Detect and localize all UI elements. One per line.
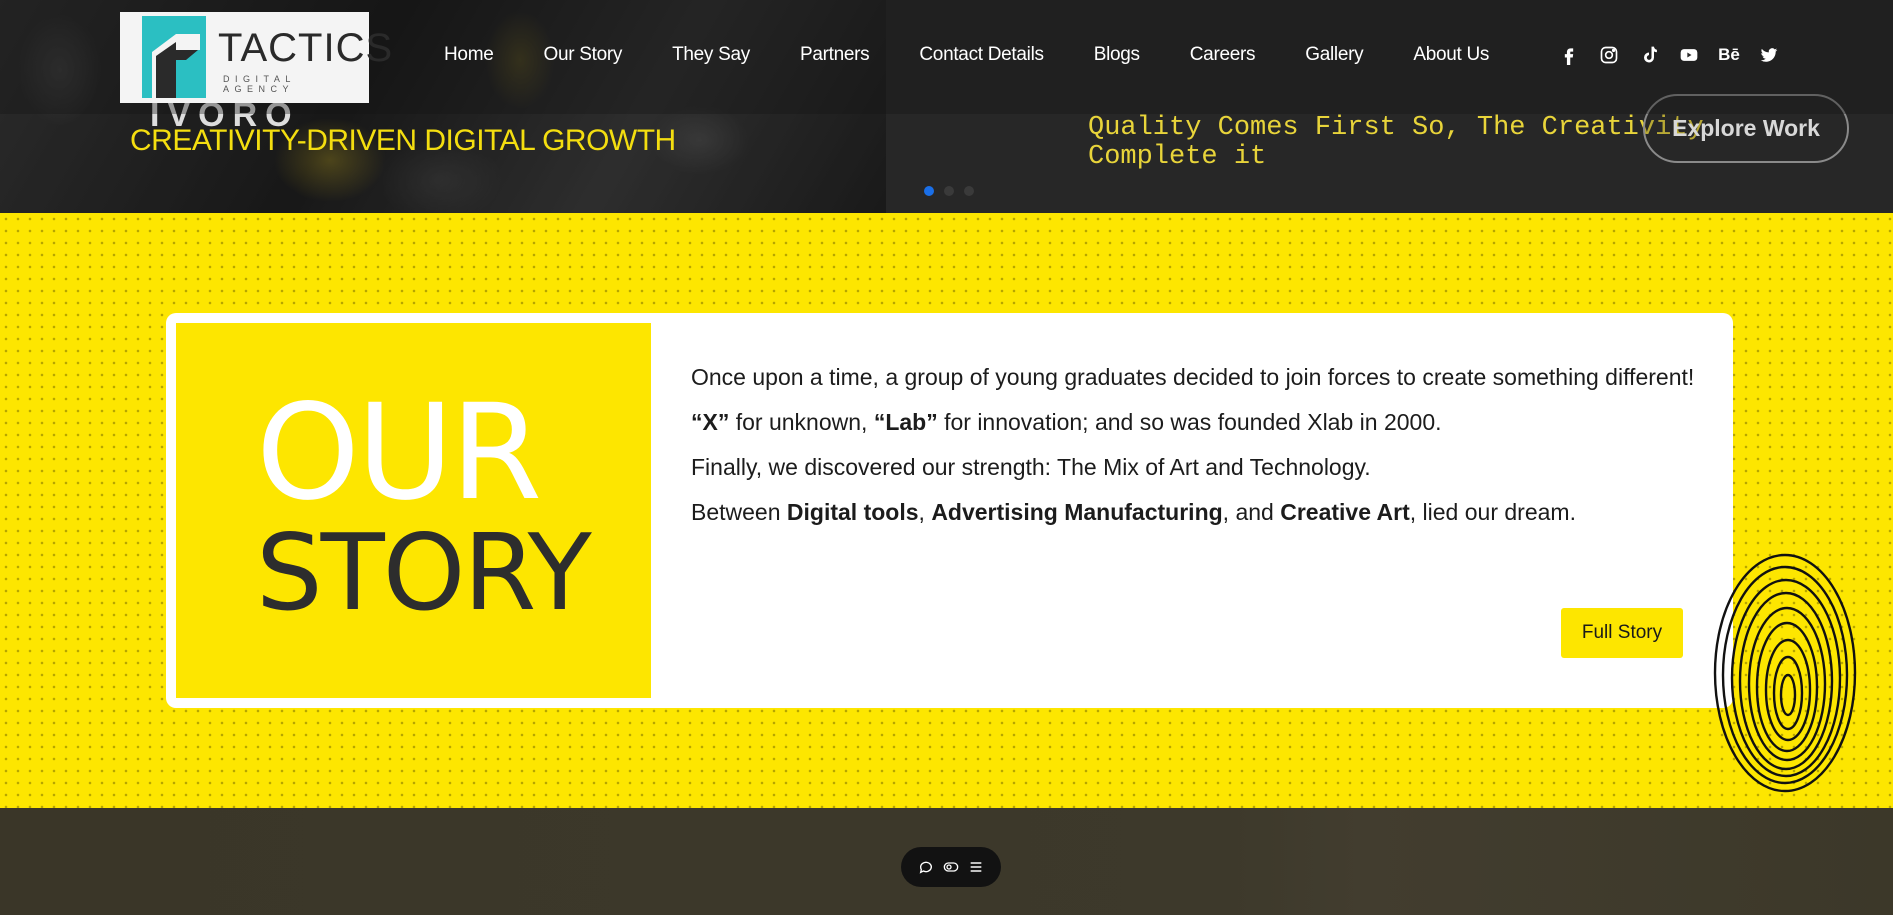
youtube-icon[interactable] [1678,44,1700,66]
floating-toolbar [901,847,1001,887]
nav-partners[interactable]: Partners [800,44,870,66]
hero-quote: Quality Comes First So, The Creativity C… [1088,113,1704,172]
story-paragraph-1: Once upon a time, a group of young gradu… [691,364,1695,390]
logo-tagline: DIGITAL AGENCY [223,74,296,94]
slider-dots [924,186,984,196]
hero-subtitle: CREATIVITY-DRIVEN DIGITAL GROWTH [130,124,676,157]
story-title-panel: OUR STORY [176,323,651,698]
story-heading-our: OUR [256,376,542,530]
main-nav: Home Our Story They Say Partners Contact… [444,44,1539,66]
nav-home[interactable]: Home [444,44,494,66]
story-heading-story: STORY [256,512,592,634]
chat-icon[interactable] [917,858,935,876]
fingerprint-icon [1713,553,1857,793]
logo-wordmark: TACTICS [218,26,394,70]
our-story-section: OUR STORY Once upon a time, a group of y… [0,213,1893,808]
slider-dot-1[interactable] [924,186,934,196]
logo[interactable]: TACTICS DIGITAL AGENCY [120,12,392,103]
story-paragraph-4: Between Digital tools, Advertising Manuf… [691,499,1576,525]
slider-dot-3[interactable] [964,186,974,196]
social-links: Bē [1558,44,1798,66]
nav-about-us[interactable]: About Us [1413,44,1489,66]
nav-gallery[interactable]: Gallery [1305,44,1363,66]
story-text: Once upon a time, a group of young gradu… [691,355,1701,535]
behance-icon[interactable]: Bē [1718,44,1740,66]
nav-our-story[interactable]: Our Story [543,44,622,66]
facebook-icon[interactable] [1558,44,1580,66]
story-paragraph-3: Finally, we discovered our strength: The… [691,454,1371,480]
nav-careers[interactable]: Careers [1190,44,1256,66]
toggle-icon[interactable] [942,858,960,876]
story-paragraph-2: “X” for unknown, “Lab” for innovation; a… [691,409,1442,435]
logo-mark-icon [142,16,206,98]
nav-contact-details[interactable]: Contact Details [919,44,1044,66]
slider-dot-2[interactable] [944,186,954,196]
nav-they-say[interactable]: They Say [672,44,750,66]
instagram-icon[interactable] [1598,44,1620,66]
full-story-button[interactable]: Full Story [1561,608,1683,658]
menu-icon[interactable] [967,858,985,876]
twitter-icon[interactable] [1758,44,1780,66]
header: TACTICS DIGITAL AGENCY Home Our Story Th… [0,0,1893,114]
story-card: OUR STORY Once upon a time, a group of y… [166,313,1733,708]
nav-blogs[interactable]: Blogs [1094,44,1140,66]
tiktok-icon[interactable] [1638,44,1660,66]
